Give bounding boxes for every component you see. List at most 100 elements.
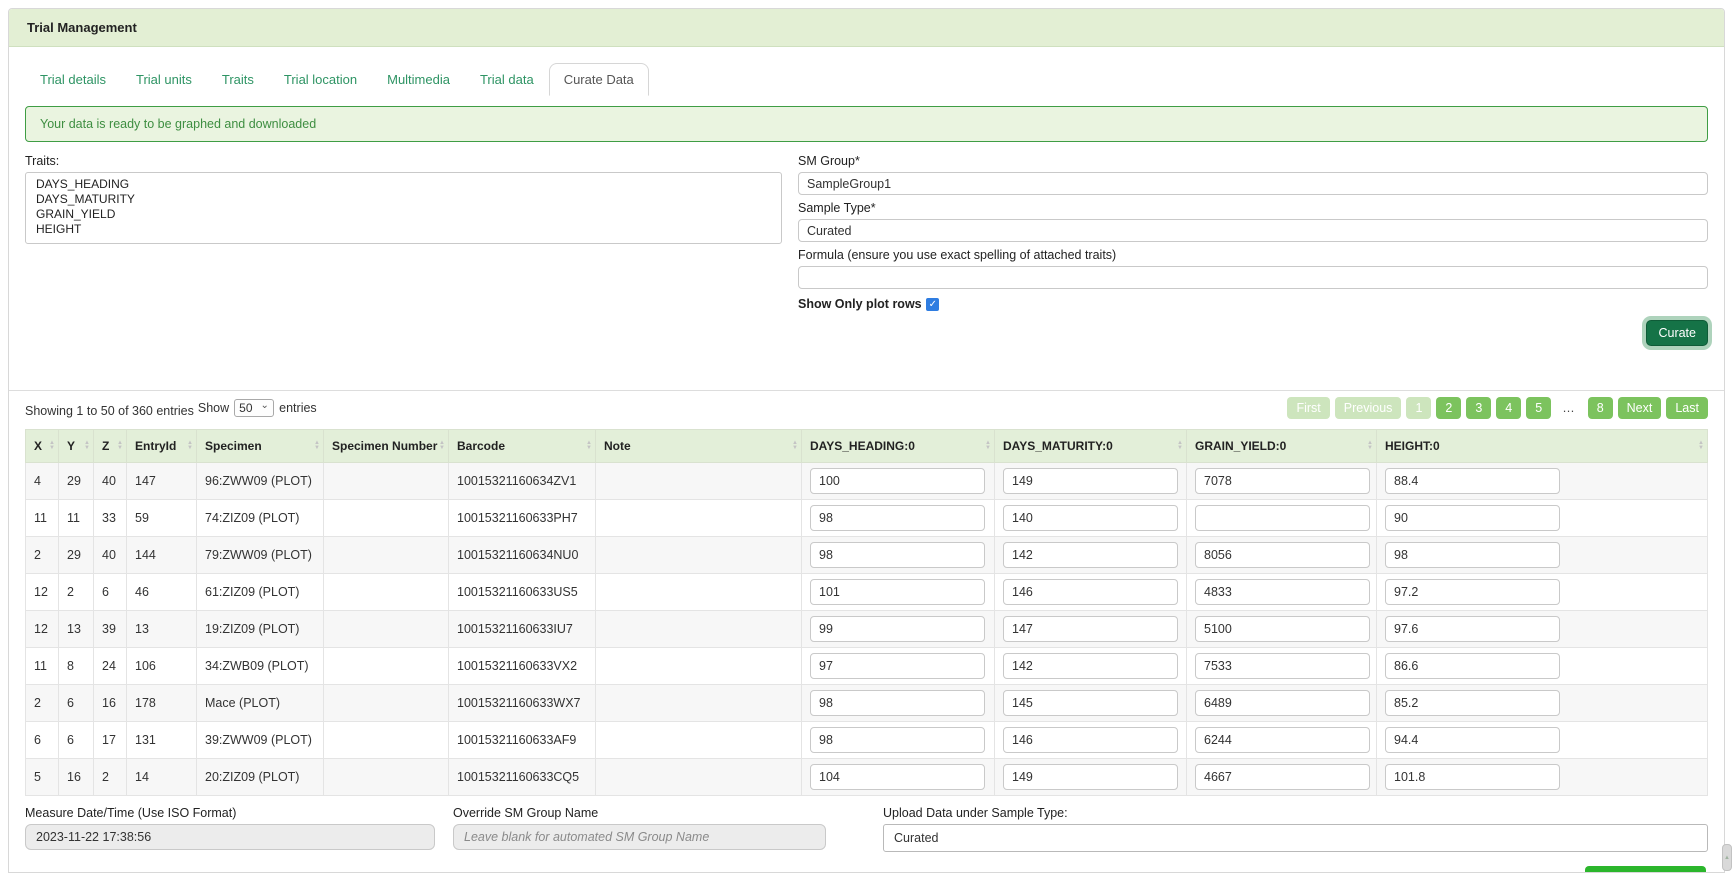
pagination-button[interactable]: 4 bbox=[1496, 397, 1521, 419]
column-header[interactable]: Z ▲▼ bbox=[94, 430, 127, 463]
upload-sample-type-input[interactable] bbox=[883, 824, 1708, 852]
pagination-button[interactable]: 5 bbox=[1526, 397, 1551, 419]
grain-yield-input[interactable] bbox=[1195, 727, 1370, 753]
cell-x: 2 bbox=[26, 685, 59, 722]
pagination-button[interactable]: 2 bbox=[1436, 397, 1461, 419]
height-input[interactable] bbox=[1385, 727, 1560, 753]
pagination-button[interactable]: 8 bbox=[1588, 397, 1613, 419]
grain-yield-input[interactable] bbox=[1195, 616, 1370, 642]
grain-yield-input[interactable] bbox=[1195, 690, 1370, 716]
grain-yield-input[interactable] bbox=[1195, 468, 1370, 494]
page-size-select[interactable]: 50 ⌄ bbox=[234, 399, 274, 417]
cell-z: 16 bbox=[94, 685, 127, 722]
page-size-value: 50 bbox=[239, 401, 252, 415]
days-heading-input[interactable] bbox=[810, 468, 985, 494]
pagination-button[interactable]: … bbox=[1556, 397, 1583, 419]
days-heading-input[interactable] bbox=[810, 727, 985, 753]
height-input[interactable] bbox=[1385, 653, 1560, 679]
sm-group-label: SM Group* bbox=[798, 154, 1708, 169]
grain-yield-input[interactable] bbox=[1195, 653, 1370, 679]
column-header[interactable]: Note ▲▼ bbox=[596, 430, 802, 463]
days-heading-input[interactable] bbox=[810, 579, 985, 605]
sort-icon: ▲▼ bbox=[792, 441, 798, 451]
trait-option[interactable]: HEIGHT bbox=[26, 222, 781, 237]
days-maturity-input[interactable] bbox=[1003, 764, 1178, 790]
cell-specimen: 20:ZIZ09 (PLOT) bbox=[197, 759, 324, 796]
days-maturity-input[interactable] bbox=[1003, 468, 1178, 494]
traits-listbox[interactable]: DAYS_HEADING DAYS_MATURITY GRAIN_YIELD H… bbox=[25, 172, 782, 244]
days-heading-input[interactable] bbox=[810, 690, 985, 716]
cell-y: 8 bbox=[59, 648, 94, 685]
days-maturity-input[interactable] bbox=[1003, 653, 1178, 679]
cell-barcode: 10015321160634ZV1 bbox=[449, 463, 596, 500]
height-input[interactable] bbox=[1385, 616, 1560, 642]
column-header[interactable]: Y ▲▼ bbox=[59, 430, 94, 463]
column-header[interactable]: Specimen ▲▼ bbox=[197, 430, 324, 463]
scroll-up-button[interactable]: ▲ bbox=[1722, 844, 1732, 871]
sort-icon: ▲▼ bbox=[117, 441, 123, 451]
measure-date-input[interactable] bbox=[25, 824, 435, 850]
days-heading-input[interactable] bbox=[810, 542, 985, 568]
days-heading-input[interactable] bbox=[810, 505, 985, 531]
column-header[interactable]: GRAIN_YIELD:0 ▲▼ bbox=[1187, 430, 1377, 463]
pagination-button[interactable]: 3 bbox=[1466, 397, 1491, 419]
tab[interactable]: Trial units bbox=[121, 63, 207, 96]
trait-option[interactable]: DAYS_MATURITY bbox=[26, 192, 781, 207]
column-header[interactable]: X ▲▼ bbox=[26, 430, 59, 463]
days-heading-input[interactable] bbox=[810, 653, 985, 679]
upload-button-row: Upload Trial Data bbox=[25, 866, 1708, 873]
pagination-button[interactable]: Last bbox=[1666, 397, 1708, 419]
upload-trial-data-button[interactable]: Upload Trial Data bbox=[1585, 866, 1706, 873]
trait-option[interactable]: DAYS_HEADING bbox=[26, 177, 781, 192]
cell-specimen-number bbox=[324, 463, 449, 500]
column-header[interactable]: Specimen Number ▲▼ bbox=[324, 430, 449, 463]
grain-yield-input[interactable] bbox=[1195, 579, 1370, 605]
days-heading-input[interactable] bbox=[810, 764, 985, 790]
height-input[interactable] bbox=[1385, 764, 1560, 790]
column-header[interactable]: DAYS_MATURITY:0 ▲▼ bbox=[995, 430, 1187, 463]
days-maturity-input[interactable] bbox=[1003, 542, 1178, 568]
tab[interactable]: Curate Data bbox=[549, 63, 649, 96]
height-input[interactable] bbox=[1385, 542, 1560, 568]
column-header[interactable]: EntryId ▲▼ bbox=[127, 430, 197, 463]
cell-z: 40 bbox=[94, 537, 127, 574]
tab[interactable]: Trial details bbox=[25, 63, 121, 96]
curate-button[interactable]: Curate bbox=[1646, 320, 1708, 346]
height-input[interactable] bbox=[1385, 690, 1560, 716]
grain-yield-input[interactable] bbox=[1195, 505, 1370, 531]
pagination-button[interactable]: Previous bbox=[1335, 397, 1402, 419]
tab[interactable]: Multimedia bbox=[372, 63, 465, 96]
days-maturity-input[interactable] bbox=[1003, 616, 1178, 642]
days-maturity-input[interactable] bbox=[1003, 690, 1178, 716]
tab[interactable]: Trial location bbox=[269, 63, 372, 96]
showing-entries-text: Showing 1 to 50 of 360 entries bbox=[25, 398, 194, 418]
height-input[interactable] bbox=[1385, 468, 1560, 494]
sm-group-input[interactable] bbox=[798, 172, 1708, 195]
show-plot-rows-checkbox[interactable] bbox=[926, 298, 939, 311]
days-maturity-input[interactable] bbox=[1003, 727, 1178, 753]
height-input[interactable] bbox=[1385, 505, 1560, 531]
grain-yield-input[interactable] bbox=[1195, 542, 1370, 568]
tab[interactable]: Traits bbox=[207, 63, 269, 96]
table-header-row: X ▲▼ Y ▲▼ Z ▲▼ bbox=[26, 430, 1708, 463]
column-header[interactable]: HEIGHT:0 ▲▼ bbox=[1377, 430, 1708, 463]
pagination-button[interactable]: First bbox=[1287, 397, 1329, 419]
days-heading-input[interactable] bbox=[810, 616, 985, 642]
sample-type-input[interactable] bbox=[798, 219, 1708, 242]
trait-option[interactable]: GRAIN_YIELD bbox=[26, 207, 781, 222]
column-header[interactable]: Barcode ▲▼ bbox=[449, 430, 596, 463]
column-header[interactable]: DAYS_HEADING:0 ▲▼ bbox=[802, 430, 995, 463]
height-input[interactable] bbox=[1385, 579, 1560, 605]
tab[interactable]: Trial data bbox=[465, 63, 549, 96]
days-maturity-input[interactable] bbox=[1003, 505, 1178, 531]
sort-icon: ▲▼ bbox=[187, 441, 193, 451]
cell-note bbox=[596, 648, 802, 685]
cell-specimen: 96:ZWW09 (PLOT) bbox=[197, 463, 324, 500]
days-maturity-input[interactable] bbox=[1003, 579, 1178, 605]
cell-barcode: 10015321160633US5 bbox=[449, 574, 596, 611]
pagination-button[interactable]: 1 bbox=[1406, 397, 1431, 419]
override-sm-group-input[interactable] bbox=[453, 824, 826, 850]
pagination-button[interactable]: Next bbox=[1618, 397, 1662, 419]
formula-input[interactable] bbox=[798, 266, 1708, 289]
grain-yield-input[interactable] bbox=[1195, 764, 1370, 790]
